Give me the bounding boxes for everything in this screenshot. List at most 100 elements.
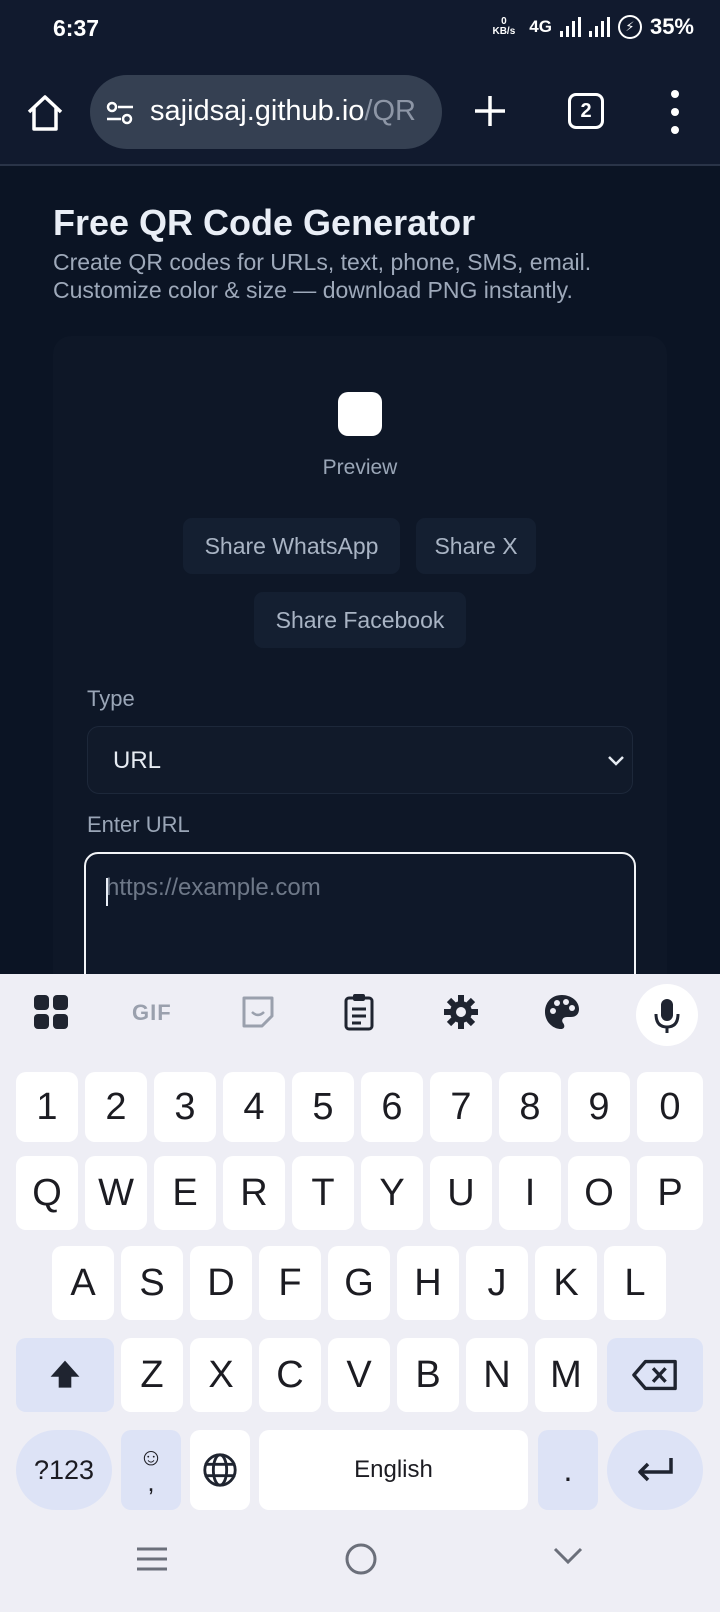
key-u[interactable]: U — [430, 1156, 492, 1230]
key-b[interactable]: B — [397, 1338, 459, 1412]
backspace-key[interactable] — [607, 1338, 703, 1412]
key-c[interactable]: C — [259, 1338, 321, 1412]
key-n[interactable]: N — [466, 1338, 528, 1412]
comma-label: , — [147, 1467, 155, 1497]
preview-label: Preview — [322, 456, 398, 479]
subtitle-line-2: Customize color & size — download PNG in… — [53, 277, 573, 303]
key-w[interactable]: W — [85, 1156, 147, 1230]
key-o[interactable]: O — [568, 1156, 630, 1230]
key-t[interactable]: T — [292, 1156, 354, 1230]
backspace-icon — [632, 1359, 677, 1391]
site-settings-icon[interactable] — [105, 99, 135, 127]
shift-arrow-icon — [50, 1360, 80, 1388]
url-path: /QR — [364, 95, 416, 127]
emoji-comma-key[interactable]: ☺ , — [121, 1430, 181, 1510]
key-z[interactable]: Z — [121, 1338, 183, 1412]
type-select-value: URL — [113, 747, 162, 774]
network-type: 4G — [529, 17, 552, 36]
qr-preview-image — [338, 392, 382, 436]
key-k[interactable]: K — [535, 1246, 597, 1320]
key-p[interactable]: P — [637, 1156, 703, 1230]
key-e[interactable]: E — [154, 1156, 216, 1230]
period-key[interactable]: . — [538, 1430, 598, 1510]
recent-apps-icon[interactable] — [134, 1544, 170, 1574]
tab-switcher-button[interactable]: 2 — [568, 93, 604, 129]
hide-keyboard-icon[interactable] — [552, 1544, 584, 1568]
shift-key[interactable] — [16, 1338, 114, 1412]
key-2[interactable]: 2 — [85, 1072, 147, 1142]
key-8[interactable]: 8 — [499, 1072, 561, 1142]
microphone-button[interactable] — [636, 984, 698, 1046]
address-bar[interactable]: sajidsaj.github.io/QR — [90, 75, 442, 149]
battery-charging-icon: ⚡ — [617, 15, 642, 39]
key-l[interactable]: L — [604, 1246, 666, 1320]
battery-percent: 35% — [649, 14, 694, 39]
enter-arrow-icon — [638, 1458, 673, 1482]
url-host: sajidsaj.github.io — [150, 95, 365, 127]
system-navigation-bar — [0, 1502, 720, 1612]
url-input[interactable] — [84, 852, 636, 992]
status-indicators: 0 KB/s 4G ⚡ 35% — [492, 14, 694, 40]
status-bar: 6:37 0 KB/s 4G ⚡ 35% — [0, 0, 720, 58]
settings-gear-icon[interactable] — [441, 992, 481, 1032]
key-x[interactable]: X — [190, 1338, 252, 1412]
browser-toolbar: sajidsaj.github.io/QR 2 — [0, 58, 720, 166]
key-r[interactable]: R — [223, 1156, 285, 1230]
key-3[interactable]: 3 — [154, 1072, 216, 1142]
key-m[interactable]: M — [535, 1338, 597, 1412]
key-q[interactable]: Q — [16, 1156, 78, 1230]
key-7[interactable]: 7 — [430, 1072, 492, 1142]
key-0[interactable]: 0 — [637, 1072, 703, 1142]
key-6[interactable]: 6 — [361, 1072, 423, 1142]
home-circle-icon[interactable] — [344, 1542, 378, 1576]
symbols-key[interactable]: ?123 — [16, 1430, 112, 1510]
key-y[interactable]: Y — [361, 1156, 423, 1230]
gif-icon[interactable]: GIF — [132, 1000, 178, 1040]
overflow-menu-icon[interactable] — [668, 90, 682, 134]
keyboard-toolbar: GIF — [0, 974, 720, 1056]
web-page: Free QR Code Generator Create QR codes f… — [0, 166, 720, 1036]
microphone-icon — [654, 999, 680, 1033]
space-key[interactable]: English — [259, 1430, 528, 1510]
url-label: Enter URL — [87, 812, 190, 837]
phone-screen: 6:37 0 KB/s 4G ⚡ 35% sajidsaj.github.io/ — [0, 0, 720, 1612]
new-tab-icon[interactable] — [470, 91, 510, 131]
enter-key[interactable] — [607, 1430, 703, 1510]
signal-icon-2 — [588, 17, 610, 37]
data-speed-indicator: 0 KB/s — [492, 17, 515, 37]
apps-grid-icon[interactable] — [31, 992, 71, 1032]
status-time: 6:37 — [53, 15, 100, 41]
home-icon[interactable] — [24, 92, 66, 134]
key-h[interactable]: H — [397, 1246, 459, 1320]
share-x-button[interactable]: Share X — [416, 518, 536, 574]
type-label: Type — [87, 686, 135, 711]
key-s[interactable]: S — [121, 1246, 183, 1320]
share-facebook-button[interactable]: Share Facebook — [254, 592, 466, 648]
signal-icon — [559, 17, 581, 37]
url-text: sajidsaj.github.io/QR — [150, 95, 416, 128]
text-cursor — [106, 878, 108, 906]
key-a[interactable]: A — [52, 1246, 114, 1320]
key-g[interactable]: G — [328, 1246, 390, 1320]
type-select[interactable]: URL — [87, 726, 633, 794]
sticker-icon[interactable] — [238, 992, 278, 1032]
key-f[interactable]: F — [259, 1246, 321, 1320]
key-9[interactable]: 9 — [568, 1072, 630, 1142]
data-speed-unit: KB/s — [492, 26, 516, 37]
theme-palette-icon[interactable] — [542, 992, 582, 1032]
key-i[interactable]: I — [499, 1156, 561, 1230]
page-title: Free QR Code Generator — [53, 202, 476, 243]
key-5[interactable]: 5 — [292, 1072, 354, 1142]
key-v[interactable]: V — [328, 1338, 390, 1412]
key-j[interactable]: J — [466, 1246, 528, 1320]
clipboard-icon[interactable] — [339, 992, 379, 1032]
chevron-down-icon — [608, 756, 624, 766]
language-key[interactable] — [190, 1430, 250, 1510]
key-1[interactable]: 1 — [16, 1072, 78, 1142]
key-4[interactable]: 4 — [223, 1072, 285, 1142]
soft-keyboard: G I F 1 2 3 4 5 6 7 8 9 0 Q W E R T Y U I … — [0, 974, 720, 1612]
key-d[interactable]: D — [190, 1246, 252, 1320]
share-whatsapp-button[interactable]: Share WhatsApp — [183, 518, 400, 574]
globe-icon — [203, 1453, 237, 1487]
page-subtitle: Create QR codes for URLs, text, phone, S… — [53, 248, 673, 304]
